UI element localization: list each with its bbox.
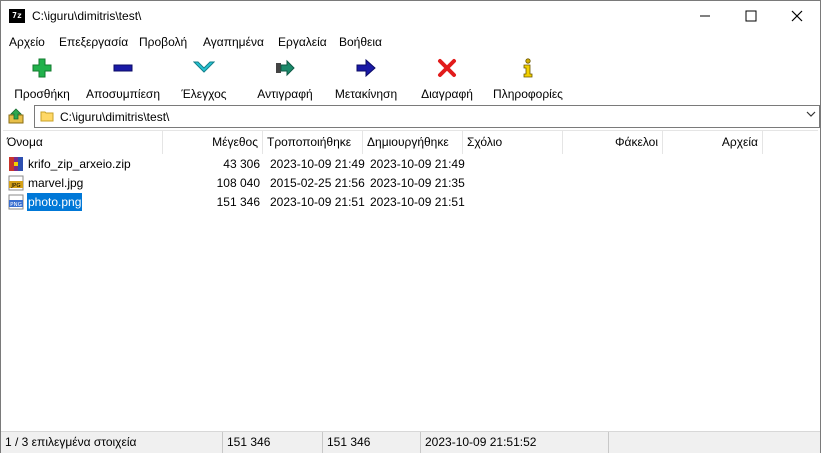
table-row[interactable]: JPG marvel.jpg 108 040 2015-02-25 21:56 …: [5, 174, 817, 192]
svg-text:PNG: PNG: [10, 202, 22, 208]
column-header-size[interactable]: Μέγεθος: [163, 131, 263, 154]
app-window: 7z C:\iguru\dimitris\test\ Αρχείο Επεξερ…: [0, 0, 821, 453]
move-button[interactable]: Μετακίνηση: [331, 57, 401, 101]
test-button[interactable]: Έλεγχος: [177, 57, 231, 101]
minimize-button[interactable]: [682, 1, 728, 31]
address-input[interactable]: C:\iguru\dimitris\test\: [34, 105, 820, 128]
copy-button-label: Αντιγραφή: [257, 87, 313, 101]
menu-file[interactable]: Αρχείο: [9, 35, 45, 49]
file-modified: 2023-10-09 21:51: [270, 195, 365, 209]
copy-button[interactable]: Αντιγραφή: [252, 57, 318, 101]
info-button[interactable]: Πληροφορίες: [489, 57, 567, 101]
folder-icon: [40, 111, 54, 122]
status-bar: 1 / 3 επιλεγμένα στοιχεία 151 346 151 34…: [1, 431, 820, 453]
add-button-label: Προσθήκη: [14, 87, 70, 101]
column-header-modified[interactable]: Τροποποιήθηκε: [263, 131, 363, 154]
menu-edit[interactable]: Επεξεργασία: [59, 35, 128, 49]
file-size: 43 306: [223, 157, 260, 171]
move-button-label: Μετακίνηση: [334, 87, 398, 101]
status-packed-size: 151 346: [323, 432, 421, 453]
maximize-button[interactable]: [728, 1, 774, 31]
file-created: 2023-10-09 21:49: [370, 157, 465, 171]
file-list[interactable]: Όνομα Μέγεθος Τροποποιήθηκε Δημιουργήθηκ…: [3, 130, 818, 429]
table-row[interactable]: PNG photo.png 151 346 2023-10-09 21:51 2…: [5, 193, 817, 211]
info-icon: [523, 58, 533, 78]
file-modified: 2015-02-25 21:56: [270, 176, 365, 190]
menu-favorites[interactable]: Αγαπημένα: [203, 35, 264, 49]
extract-button[interactable]: Αποσυμπίεση: [84, 57, 162, 101]
delete-button-label: Διαγραφή: [421, 87, 473, 101]
file-size: 151 346: [216, 195, 260, 209]
file-name-selected: photo.png: [27, 193, 83, 211]
maximize-icon: [745, 10, 757, 22]
title-bar[interactable]: 7z C:\iguru\dimitris\test\: [1, 1, 820, 31]
move-arrow-icon: [356, 58, 376, 78]
address-path: C:\iguru\dimitris\test\: [60, 110, 170, 124]
jpg-file-icon: JPG: [8, 175, 24, 191]
address-bar: C:\iguru\dimitris\test\: [1, 104, 820, 128]
status-selection: 1 / 3 επιλεγμένα στοιχεία: [1, 432, 223, 453]
file-size: 108 040: [216, 176, 260, 190]
minimize-icon: [700, 15, 710, 17]
zip-file-icon: [9, 157, 23, 171]
column-header-name[interactable]: Όνομα: [3, 131, 163, 154]
delete-button[interactable]: Διαγραφή: [417, 57, 477, 101]
chevron-down-icon[interactable]: [806, 109, 816, 122]
file-name: marvel.jpg: [28, 176, 84, 190]
app-7z-icon: 7z: [9, 9, 25, 23]
test-button-label: Έλεγχος: [181, 87, 227, 101]
status-size: 151 346: [223, 432, 323, 453]
extract-button-label: Αποσυμπίεση: [85, 87, 161, 101]
copy-arrow-icon: [276, 59, 295, 77]
delete-x-icon: [438, 59, 456, 77]
window-title: C:\iguru\dimitris\test\: [32, 9, 142, 23]
check-chevron-icon: [193, 61, 215, 73]
toolbar: Προσθήκη Αποσυμπίεση Έλεγχος Αντιγραφή Μ…: [1, 53, 820, 101]
file-name: krifo_zip_arxeio.zip: [28, 157, 131, 171]
png-file-icon: PNG: [8, 194, 24, 210]
file-created: 2023-10-09 21:35: [370, 176, 465, 190]
menu-view[interactable]: Προβολή: [139, 35, 187, 49]
status-empty: [609, 432, 820, 453]
menu-bar: Αρχείο Επεξεργασία Προβολή Αγαπημένα Εργ…: [1, 32, 820, 52]
plus-icon: [32, 58, 52, 78]
column-header-comment[interactable]: Σχόλιο: [463, 131, 563, 154]
add-button[interactable]: Προσθήκη: [9, 57, 75, 101]
close-icon: [791, 10, 803, 22]
column-header-files[interactable]: Αρχεία: [663, 131, 763, 154]
column-header-folders[interactable]: Φάκελοι: [563, 131, 663, 154]
folder-up-icon: [8, 108, 24, 124]
table-row[interactable]: krifo_zip_arxeio.zip 43 306 2023-10-09 2…: [5, 155, 817, 173]
menu-help[interactable]: Βοήθεια: [339, 35, 382, 49]
menu-tools[interactable]: Εργαλεία: [278, 35, 327, 49]
svg-text:JPG: JPG: [10, 183, 20, 189]
file-modified: 2023-10-09 21:49: [270, 157, 365, 171]
column-header-created[interactable]: Δημιουργήθηκε: [363, 131, 463, 154]
up-folder-button[interactable]: [5, 106, 27, 126]
minus-icon: [113, 64, 133, 72]
close-button[interactable]: [774, 1, 820, 31]
status-date: 2023-10-09 21:51:52: [421, 432, 609, 453]
info-button-label: Πληροφορίες: [493, 87, 563, 101]
file-created: 2023-10-09 21:51: [370, 195, 465, 209]
